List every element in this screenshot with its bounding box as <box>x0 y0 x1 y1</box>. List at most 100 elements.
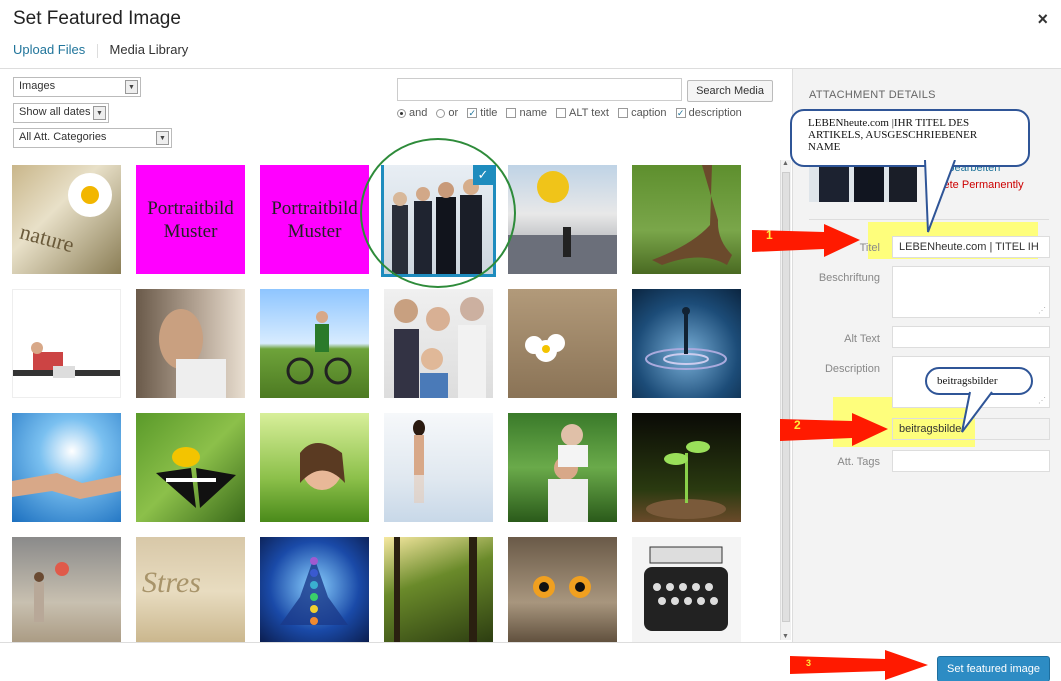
girl-pinwheel-thumbnail[interactable] <box>12 537 121 642</box>
radio-and[interactable] <box>397 108 406 118</box>
tab-divider <box>96 43 98 58</box>
title-callout: LEBENheute.com |IHR TITEL DES ARTIKELS, … <box>790 109 1030 167</box>
chevron-down-icon: ▼ <box>93 106 106 120</box>
chevron-down-icon: ▼ <box>156 131 169 145</box>
field-title-option[interactable]: ✓ title <box>467 107 497 119</box>
title-callout-pointer <box>924 160 956 233</box>
meditation-chakra-thumbnail[interactable] <box>260 537 369 642</box>
category-callout-text: beitragsbilder <box>937 375 998 387</box>
close-icon[interactable]: × <box>1037 9 1048 30</box>
tab-upload-files[interactable]: Upload Files <box>13 42 85 57</box>
family-thumbs-up-thumbnail[interactable] <box>384 289 493 398</box>
woman-water-image <box>413 420 425 503</box>
resize-handle-icon[interactable]: ⋰ <box>1038 396 1046 405</box>
field-description-option[interactable]: ✓ description <box>675 107 742 119</box>
checkbox-caption[interactable] <box>618 108 629 119</box>
forest-sunrays-thumbnail[interactable] <box>384 537 493 642</box>
caption-field[interactable]: ⋰ <box>892 266 1050 318</box>
typewriter-image <box>644 546 728 631</box>
sprout-thumbnail[interactable] <box>632 413 741 522</box>
tab-media-library[interactable]: Media Library <box>110 42 189 57</box>
checkbox-description[interactable]: ✓ <box>675 108 686 119</box>
scroll-up-icon[interactable]: ▲ <box>782 160 789 167</box>
svg-text:Stres: Stres <box>142 566 201 599</box>
stress-sand-thumbnail[interactable]: Stres <box>136 537 245 642</box>
modal-title: Set Featured Image <box>13 8 181 29</box>
resize-handle-icon[interactable]: ⋰ <box>1038 306 1046 315</box>
butterfly-thumbnail[interactable] <box>136 413 245 522</box>
media-modal: Set Featured Image × Upload Files Media … <box>0 0 1061 681</box>
stressed-woman-image <box>159 309 226 398</box>
field-caption-label: caption <box>631 107 667 120</box>
portraitbild-muster-2[interactable]: Portraitbild Muster <box>260 165 369 274</box>
tags-field[interactable] <box>892 450 1050 472</box>
date-value: Show all dates <box>19 106 91 118</box>
field-title-label: title <box>480 107 498 120</box>
woman-grass-image <box>300 443 345 490</box>
flower-image <box>525 334 565 362</box>
portraitbild-text-1: Portraitbild Muster <box>147 198 234 242</box>
mode-or-option[interactable]: or <box>436 107 458 119</box>
tree-roots-image <box>652 165 732 265</box>
typewriter-thumbnail[interactable] <box>632 537 741 642</box>
tree-roots-thumbnail[interactable] <box>632 165 741 274</box>
radio-or[interactable] <box>436 108 446 118</box>
alt-text-label: Alt Text <box>844 333 880 345</box>
meditation-image <box>280 557 348 625</box>
chevron-down-icon: ▼ <box>125 80 138 94</box>
checkbox-name[interactable] <box>506 108 517 119</box>
category-select[interactable]: All Att. Categories ▼ <box>13 128 172 148</box>
flower-in-dirt-thumbnail[interactable] <box>508 289 617 398</box>
search-media-button[interactable]: Search Media <box>687 80 773 102</box>
seniors-image <box>548 424 588 522</box>
crowd-balloon-thumbnail[interactable] <box>508 165 617 274</box>
scroll-down-icon[interactable]: ▼ <box>782 633 789 640</box>
sprout-image <box>646 441 726 519</box>
nature-daisy-thumbnail[interactable]: nature <box>12 165 121 274</box>
field-caption-option[interactable]: caption <box>618 107 667 120</box>
title-callout-text: LEBENheute.com |IHR TITEL DES ARTIKELS, … <box>808 117 978 153</box>
media-type-select[interactable]: Images ▼ <box>13 77 141 97</box>
water-drop-image <box>645 307 727 370</box>
crowd-balloon-image <box>508 171 617 274</box>
category-callout-pointer <box>961 391 993 433</box>
step-1-number: 1 <box>766 228 773 242</box>
modal-tabs: Upload Files Media Library <box>13 42 196 58</box>
step-2-number: 2 <box>794 418 801 432</box>
checkbox-title[interactable]: ✓ <box>467 108 478 119</box>
field-name-label: name <box>519 107 547 120</box>
woman-water-thumbnail[interactable] <box>384 413 493 522</box>
search-field-filters: and or ✓ title name ALT text caption ✓ des… <box>397 107 748 119</box>
handshake-thumbnail[interactable] <box>12 413 121 522</box>
owl-thumbnail[interactable] <box>508 537 617 642</box>
title-field[interactable]: LEBENheute.com | TITEL IH <box>892 236 1050 258</box>
woman-laptop-thumbnail[interactable] <box>12 289 121 398</box>
portraitbild-muster-1[interactable]: Portraitbild Muster <box>136 165 245 274</box>
category-value: All Att. Categories <box>19 131 107 143</box>
field-name-option[interactable]: name <box>506 107 547 119</box>
mode-and-label: and <box>409 107 428 120</box>
selection-highlight-circle <box>360 138 516 288</box>
cyclists-thumbnail[interactable] <box>260 289 369 398</box>
butterfly-image <box>156 447 236 508</box>
set-featured-image-button[interactable]: Set featured image <box>937 656 1050 681</box>
water-drop-thumbnail[interactable] <box>632 289 741 398</box>
woman-grass-thumbnail[interactable] <box>260 413 369 522</box>
caption-label: Beschriftung <box>818 272 880 284</box>
media-type-value: Images <box>19 80 56 92</box>
girl-pinwheel-image <box>34 562 69 622</box>
search-input[interactable] <box>397 78 682 101</box>
seniors-piggyback-thumbnail[interactable] <box>508 413 617 522</box>
mode-or-label: or <box>448 107 459 120</box>
step-3-number: 3 <box>806 658 812 668</box>
daisy-image: nature <box>17 173 112 257</box>
cyclists-image <box>286 311 352 385</box>
field-alt-option[interactable]: ALT text <box>556 107 609 119</box>
checkbox-alt[interactable] <box>556 108 567 119</box>
date-select[interactable]: Show all dates ▼ <box>13 103 109 123</box>
portraitbild-text-2: Portraitbild Muster <box>271 198 358 242</box>
alt-text-field[interactable] <box>892 326 1050 348</box>
stressed-woman-thumbnail[interactable] <box>136 289 245 398</box>
mode-and-option[interactable]: and <box>397 107 427 119</box>
family-image <box>394 297 486 398</box>
